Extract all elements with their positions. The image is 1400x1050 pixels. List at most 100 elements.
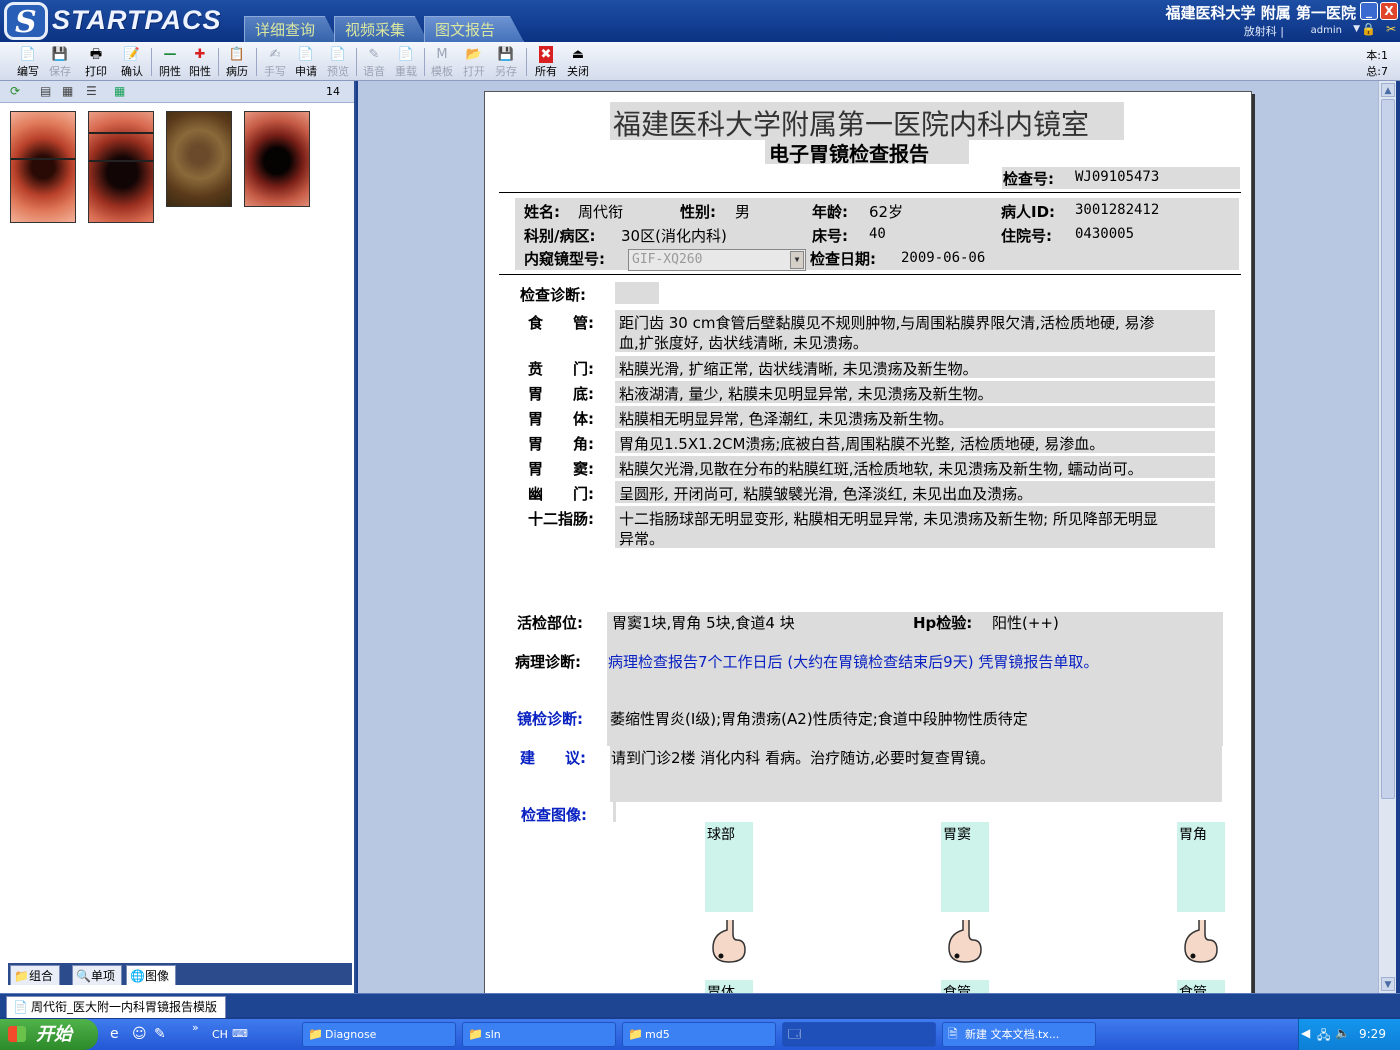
reload-icon: 📄 — [397, 47, 415, 62]
handwrite-button[interactable]: ✍ 手写 — [259, 46, 291, 80]
stomach-icon — [1184, 920, 1218, 963]
finding-text: 异常。 — [619, 530, 665, 548]
confirm-button[interactable]: 📝 确认 — [116, 46, 148, 80]
language-indicator[interactable]: CH — [212, 1028, 228, 1041]
bed-no: 40 — [869, 226, 886, 242]
finding-text: 胃角见1.5X1.2CM溃疡;底被白苔,周围粘膜不光整, 活检质地硬, 易渗血。 — [619, 435, 1105, 453]
tab-combination[interactable]: 📁 组合 — [10, 965, 61, 985]
refresh-icon[interactable]: ⟳ — [10, 84, 20, 98]
tab-image-report[interactable]: 图文报告 — [424, 16, 524, 42]
tools-icon[interactable]: ✂ — [1386, 22, 1396, 36]
left-panel-tabs: 📁 组合 🔍 单项 🌐 图像 — [8, 963, 352, 985]
page-current: 本:1 — [1366, 49, 1388, 62]
document-icon[interactable]: ▦ — [62, 84, 73, 98]
chevron-left-icon[interactable]: ◀ — [1301, 1026, 1310, 1040]
advice-text: 请到门诊2楼 消化内科 看病。治疗随访,必要时复查胃镜。 — [611, 749, 995, 767]
save-button[interactable]: 💾 保存 — [44, 46, 76, 80]
network-icon[interactable]: 🖧 — [1317, 1026, 1330, 1047]
taskbar-item-sln[interactable]: 📁 sln — [462, 1022, 616, 1047]
document-tabs: 📄 周代衔_医大附一内科胃镜报告模版 — [0, 993, 1400, 1018]
notepad-icon: 🗎 — [948, 1027, 958, 1041]
positive-button[interactable]: ✚ 阳性 — [184, 46, 216, 80]
tab-detail-query[interactable]: 详细查询 — [244, 16, 338, 42]
chevron-down-icon[interactable]: ▼ — [790, 251, 804, 269]
report-paper: 福建医科大学附属第一医院内科内镜室 电子胃镜检查报告 检查号: WJ091054… — [484, 91, 1252, 993]
taskbar-item-md5[interactable]: 📁 md5 — [622, 1022, 776, 1047]
list-icon[interactable]: ▤ — [40, 84, 51, 98]
vertical-scrollbar[interactable]: ▲ ▼ — [1378, 81, 1396, 993]
app-icon[interactable]: ✎ — [154, 1026, 166, 1042]
volume-icon[interactable]: 🔈 — [1335, 1026, 1350, 1040]
scroll-up-icon[interactable]: ▲ — [1381, 83, 1395, 97]
tab-report-document[interactable]: 📄 周代衔_医大附一内科胃镜报告模版 — [6, 996, 227, 1018]
chevron-down-icon[interactable]: ▼ — [1353, 24, 1360, 34]
exit-icon: ⏏ — [571, 47, 585, 62]
scroll-thumb[interactable] — [1381, 99, 1395, 799]
endoscopy-thumbnail[interactable] — [166, 111, 232, 207]
windows-taskbar: 开始 e ☺ ✎ » CH ⌨ 📁 Diagnose 📁 sln 📁 md5 🗔 🗎 新… — [0, 1019, 1400, 1050]
inpatient-label: 住院号: — [1001, 227, 1052, 245]
image-slot-antrum[interactable]: 胃窦 — [941, 822, 989, 912]
endoscopy-thumbnail[interactable] — [88, 111, 154, 223]
start-button[interactable]: 开始 — [0, 1019, 98, 1050]
folder-icon: 📂 — [465, 47, 483, 62]
keyboard-icon[interactable]: ⌨ — [232, 1027, 248, 1040]
patient-age: 62岁 — [869, 203, 904, 221]
ward-label: 科别/病区: — [524, 227, 596, 245]
tab-video-capture[interactable]: 视频采集 — [334, 16, 428, 42]
endoscopy-thumbnail[interactable] — [244, 111, 310, 207]
current-user[interactable]: admin — [1311, 25, 1342, 36]
close-report-button[interactable]: ⏏ 关闭 — [562, 46, 594, 80]
voice-icon: ✎ — [368, 47, 380, 62]
image-slot-bulb[interactable]: 球部 — [705, 822, 753, 912]
print-button[interactable]: 🖶 打印 — [80, 46, 112, 80]
chevron-double-right-icon[interactable]: » — [192, 1021, 199, 1034]
confirm-icon: 📝 — [123, 47, 141, 62]
clock: 9:29 — [1359, 1027, 1386, 1041]
template-button[interactable]: M 模板 — [426, 46, 458, 80]
browser-icon[interactable]: e — [110, 1026, 119, 1042]
image-slot-body[interactable]: 胃体 — [705, 980, 753, 993]
tab-images[interactable]: 🌐 图像 — [126, 965, 177, 985]
taskbar-item-notepad[interactable]: 🗎 新建 文本文档.tx... — [942, 1022, 1096, 1047]
page-total: 总:7 — [1366, 65, 1388, 78]
stomach-icon — [948, 920, 982, 963]
taskbar-item-pacs[interactable]: 🗔 — [782, 1022, 936, 1047]
image-slot-esophagus[interactable]: 食管 — [941, 980, 989, 993]
scope-model-select[interactable]: GIF-XQ260 ▼ — [628, 249, 806, 271]
tab-single-item[interactable]: 🔍 单项 — [72, 965, 123, 985]
exam-images-label: 检查图像: — [521, 806, 587, 824]
preview-button[interactable]: 📄 预览 — [322, 46, 354, 80]
close-all-button[interactable]: ✖ 所有 — [530, 46, 562, 80]
stack-icon[interactable]: ☰ — [86, 84, 97, 98]
voice-button[interactable]: ✎ 语音 — [358, 46, 390, 80]
lock-icon[interactable]: 🔒 — [1361, 22, 1376, 36]
medical-record-button[interactable]: 📋 病历 — [221, 46, 253, 80]
save-icon: 💾 — [51, 47, 69, 62]
image-slot-angle[interactable]: 胃角 — [1177, 822, 1225, 912]
minimize-button[interactable]: _ — [1360, 2, 1378, 20]
endoscopy-thumbnail[interactable] — [10, 111, 76, 223]
grid-icon[interactable]: ▦ — [114, 84, 125, 98]
negative-button[interactable]: — 阴性 — [154, 46, 186, 80]
patient-id-label: 病人ID: — [1001, 203, 1056, 221]
inpatient-no: 0430005 — [1075, 226, 1135, 242]
diagnosis-label: 检查诊断: — [520, 286, 586, 304]
stomach-icon — [712, 920, 746, 963]
reload-button[interactable]: 📄 重载 — [390, 46, 422, 80]
apply-button[interactable]: 📄 申请 — [290, 46, 322, 80]
plus-icon: ✚ — [194, 47, 206, 62]
search-icon: 🔍 — [76, 969, 91, 983]
biopsy-sites: 胃窦1块,胃角 5块,食道4 块 — [612, 614, 795, 632]
close-button[interactable]: X — [1380, 2, 1398, 20]
write-button[interactable]: 📄 编写 — [12, 46, 44, 80]
save-as-button[interactable]: 💾 另存 — [490, 46, 522, 80]
endoscopic-diagnosis: 萎缩性胃炎(I级);胃角溃疡(A2)性质待定;食道中段肿物性质待定 — [610, 710, 1028, 728]
taskbar-item-diagnose[interactable]: 📁 Diagnose — [302, 1022, 456, 1047]
messenger-icon[interactable]: ☺ — [132, 1026, 147, 1042]
image-slot-esophagus-2[interactable]: 食管 — [1177, 980, 1225, 993]
finding-label-cardia: 贲 门: — [528, 360, 594, 378]
open-button[interactable]: 📂 打开 — [458, 46, 490, 80]
scroll-down-icon[interactable]: ▼ — [1381, 977, 1395, 991]
hp-result: 阳性(++) — [992, 614, 1059, 632]
